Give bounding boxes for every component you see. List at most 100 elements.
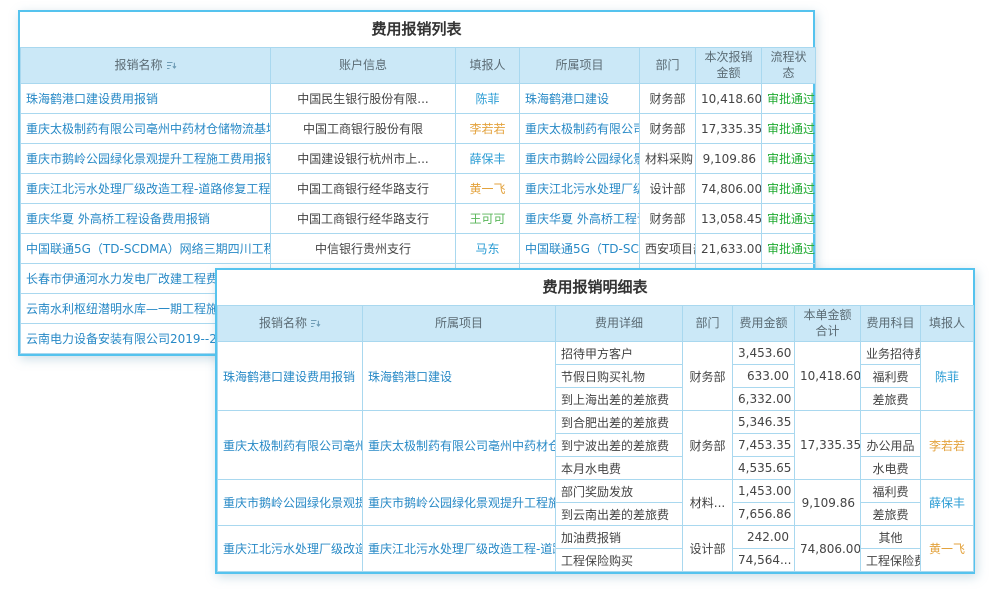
column-header-label: 本次报销金额 [704, 50, 752, 80]
column-header[interactable]: 报销名称 [218, 306, 363, 342]
amount-cell: 17,335.35 [696, 114, 762, 144]
column-header: 所属项目 [520, 48, 640, 84]
expense-amount-cell: 633.00 [733, 365, 795, 388]
expense-detail-title: 费用报销明细表 [217, 270, 973, 305]
expense-amount-cell: 4,535.65 [733, 457, 795, 480]
expense-amount-cell: 242.00 [733, 526, 795, 549]
column-header-label: 费用详细 [595, 316, 643, 330]
expense-amount-cell: 7,453.35 [733, 434, 795, 457]
page: { "colors": { "panel_border": "#55c3ee",… [0, 0, 1000, 600]
column-header-label: 所属项目 [435, 316, 483, 330]
project-cell: 重庆市鹅岭公园绿化景观提升... [520, 144, 640, 174]
column-header[interactable]: 报销名称 [21, 48, 271, 84]
sort-icon[interactable] [166, 60, 177, 71]
status-cell: 审批通过 [762, 204, 816, 234]
expense-item-cell: 到云南出差的差旅费 [556, 503, 683, 526]
column-header-label: 报销名称 [259, 316, 307, 330]
expense-category-cell: 水电费 [861, 457, 921, 480]
expense-category-cell [861, 411, 921, 434]
expense-list-row: 重庆市鹅岭公园绿化景观提升工程施工费用报销中国建设银行杭州市上...薛保丰重庆市… [21, 144, 816, 174]
column-header: 本次报销金额 [696, 48, 762, 84]
dept-cell: 设计部 [640, 174, 696, 204]
column-header-label: 所属项目 [555, 58, 603, 72]
filler-cell: 马东 [456, 234, 520, 264]
expense-item-cell: 本月水电费 [556, 457, 683, 480]
amount-cell: 21,633.00 [696, 234, 762, 264]
expense-amount-cell: 74,564... [733, 549, 795, 572]
reimbursement-name-link[interactable]: 重庆市鹅岭公园绿化景观提升工程 [218, 480, 363, 526]
column-header: 部门 [683, 306, 733, 342]
column-header: 费用金额 [733, 306, 795, 342]
account-cell: 中信银行贵州支行 [271, 234, 456, 264]
column-header-label: 报销名称 [114, 58, 162, 72]
column-header: 部门 [640, 48, 696, 84]
expense-amount-cell: 7,656.86 [733, 503, 795, 526]
reimbursement-name-link[interactable]: 重庆市鹅岭公园绿化景观提升工程施工费用报销 [21, 144, 271, 174]
expense-item-cell: 部门奖励发放 [556, 480, 683, 503]
expense-item-cell: 节假日购买礼物 [556, 365, 683, 388]
account-cell: 中国工商银行股份有限 [271, 114, 456, 144]
project-cell: 珠海鹤港口建设 [520, 84, 640, 114]
project-cell: 中国联通5G（TD-SCDMA）网... [520, 234, 640, 264]
column-header: 所属项目 [363, 306, 556, 342]
project-cell: 重庆太极制药有限公司亳州中药材仓储物流 [363, 411, 556, 480]
project-cell: 重庆江北污水处理厂级改造工... [520, 174, 640, 204]
expense-amount-cell: 6,332.00 [733, 388, 795, 411]
status-cell: 审批通过 [762, 114, 816, 144]
filler-cell: 王可可 [456, 204, 520, 234]
expense-category-cell: 差旅费 [861, 388, 921, 411]
expense-detail-row: 重庆江北污水处理厂级改造工程-重庆江北污水处理厂级改造工程-道路修复工加油费报销… [218, 526, 974, 549]
reimbursement-name-link[interactable]: 珠海鹤港口建设费用报销 [218, 342, 363, 411]
expense-list-row: 中国联通5G（TD-SCDMA）网络三期四川工程费...中信银行贵州支行马东中国… [21, 234, 816, 264]
dept-cell: 设计部 [683, 526, 733, 572]
expense-item-cell: 加油费报销 [556, 526, 683, 549]
filler-cell: 李若若 [456, 114, 520, 144]
expense-detail-row: 重庆市鹅岭公园绿化景观提升工程重庆市鹅岭公园绿化景观提升工程施工部门奖励发放材料… [218, 480, 974, 503]
expense-item-cell: 到宁波出差的差旅费 [556, 434, 683, 457]
filler-cell: 陈菲 [921, 342, 974, 411]
amount-cell: 9,109.86 [696, 144, 762, 174]
sort-icon[interactable] [310, 318, 321, 329]
filler-cell: 黄一飞 [921, 526, 974, 572]
expense-category-cell: 工程保险费 [861, 549, 921, 572]
project-cell: 重庆江北污水处理厂级改造工程-道路修复工 [363, 526, 556, 572]
status-cell: 审批通过 [762, 144, 816, 174]
reimbursement-name-link[interactable]: 重庆华夏 外高桥工程设备费用报销 [21, 204, 271, 234]
amount-cell: 13,058.45 [696, 204, 762, 234]
project-cell: 重庆华夏 外高桥工程设备 [520, 204, 640, 234]
dept-cell: 材料采购 [640, 144, 696, 174]
column-header: 本单金额合计 [795, 306, 861, 342]
expense-item-cell: 招待甲方客户 [556, 342, 683, 365]
total-amount-cell: 9,109.86 [795, 480, 861, 526]
reimbursement-name-link[interactable]: 中国联通5G（TD-SCDMA）网络三期四川工程费... [21, 234, 271, 264]
account-cell: 中国工商银行经华路支行 [271, 204, 456, 234]
expense-detail-row: 重庆太极制药有限公司亳州中药材重庆太极制药有限公司亳州中药材仓储物流到合肥出差的… [218, 411, 974, 434]
amount-cell: 10,418.60 [696, 84, 762, 114]
dept-cell: 财务部 [683, 411, 733, 480]
column-header: 填报人 [921, 306, 974, 342]
project-cell: 珠海鹤港口建设 [363, 342, 556, 411]
expense-item-cell: 到合肥出差的差旅费 [556, 411, 683, 434]
total-amount-cell: 10,418.60 [795, 342, 861, 411]
filler-cell: 李若若 [921, 411, 974, 480]
reimbursement-name-link[interactable]: 重庆太极制药有限公司亳州中药材 [218, 411, 363, 480]
expense-detail-panel: 费用报销明细表 报销名称所属项目费用详细部门费用金额本单金额合计费用科目填报人 … [215, 268, 975, 574]
expense-detail-row: 珠海鹤港口建设费用报销珠海鹤港口建设招待甲方客户财务部3,453.6010,41… [218, 342, 974, 365]
expense-item-cell: 到上海出差的差旅费 [556, 388, 683, 411]
reimbursement-name-link[interactable]: 重庆江北污水处理厂级改造工程-道路修复工程费用... [21, 174, 271, 204]
total-amount-cell: 17,335.35 [795, 411, 861, 480]
account-cell: 中国民生银行股份有限... [271, 84, 456, 114]
account-cell: 中国工商银行经华路支行 [271, 174, 456, 204]
filler-cell: 陈菲 [456, 84, 520, 114]
dept-cell: 财务部 [640, 114, 696, 144]
expense-item-cell: 工程保险购买 [556, 549, 683, 572]
column-header: 流程状态 [762, 48, 816, 84]
reimbursement-name-link[interactable]: 重庆江北污水处理厂级改造工程- [218, 526, 363, 572]
filler-cell: 黄一飞 [456, 174, 520, 204]
column-header-label: 流程状态 [770, 50, 806, 80]
expense-amount-cell: 5,346.35 [733, 411, 795, 434]
reimbursement-name-link[interactable]: 重庆太极制药有限公司亳州中药材仓储物流基地项... [21, 114, 271, 144]
column-header-label: 部门 [655, 58, 679, 72]
expense-amount-cell: 1,453.00 [733, 480, 795, 503]
reimbursement-name-link[interactable]: 珠海鹤港口建设费用报销 [21, 84, 271, 114]
